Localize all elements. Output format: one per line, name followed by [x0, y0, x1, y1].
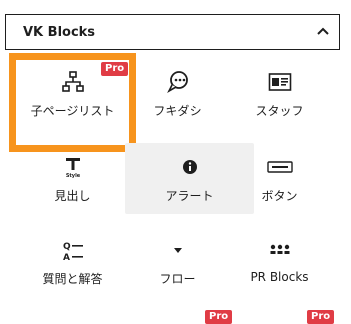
block-heading[interactable]: Style 見出し [20, 155, 125, 204]
speech-bubble-icon [164, 70, 192, 94]
flow-arrow-icon [164, 238, 192, 262]
button-icon [266, 155, 294, 179]
block-label: ボタン [261, 189, 298, 203]
block-label: アラート [165, 189, 214, 203]
chevron-up-icon[interactable] [316, 25, 330, 39]
panel-title: VK Blocks [23, 25, 96, 40]
block-flow[interactable]: フロー [125, 238, 230, 287]
pro-badge: Pro [307, 310, 335, 324]
block-label: PR Blocks [250, 270, 309, 284]
block-button[interactable]: ボタン [227, 155, 332, 204]
block-label: スタッフ [255, 104, 304, 118]
block-label: フキダシ [153, 104, 202, 118]
block-label: 質問と解答 [42, 272, 103, 286]
alert-info-icon [176, 155, 204, 179]
staff-card-icon [266, 70, 294, 94]
heading-icon: Style [59, 155, 87, 179]
block-label: 子ページリスト [30, 104, 115, 118]
svg-text:Q: Q [63, 242, 71, 252]
block-label: 見出し [54, 189, 91, 203]
pr-blocks-icon [266, 238, 294, 262]
vk-blocks-panel-header[interactable]: VK Blocks [5, 14, 340, 50]
block-label: フロー [159, 272, 196, 286]
block-faq[interactable]: Q A 質問と解答 [20, 238, 125, 287]
faq-icon: Q A [59, 238, 87, 262]
block-child-page-list[interactable]: Pro 子ページリスト [20, 62, 129, 119]
block-staff[interactable]: スタッフ [227, 70, 332, 119]
svg-text:A: A [63, 253, 70, 261]
block-balloon[interactable]: フキダシ [125, 70, 230, 119]
sitemap-icon [59, 70, 87, 94]
pro-badge: Pro [205, 310, 233, 324]
svg-text:Style: Style [65, 173, 80, 178]
block-pr-blocks[interactable]: PR Blocks [227, 238, 332, 284]
